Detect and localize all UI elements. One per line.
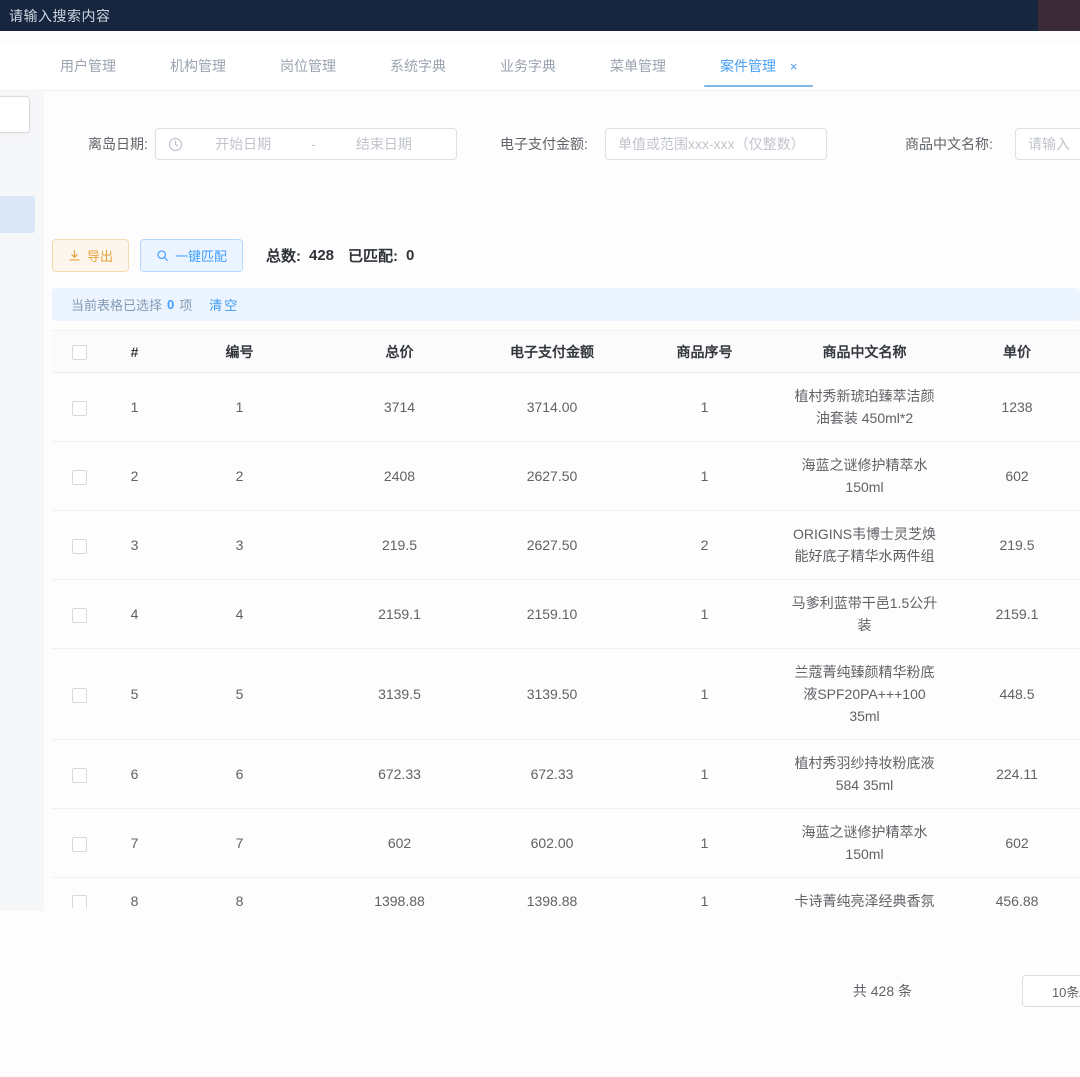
table-row[interactable]: 2 2 2408 2627.50 1 海蓝之谜修护精萃水 150ml 602 [52, 442, 1080, 511]
date-separator: - [303, 136, 324, 152]
tab-菜单管理[interactable]: 菜单管理 [608, 45, 668, 91]
row-checkbox[interactable] [72, 539, 87, 554]
export-button[interactable]: 导出 [52, 239, 129, 272]
top-navbar: 请输入搜索内容 [0, 0, 1080, 31]
col-index: # [107, 331, 162, 373]
select-all-checkbox[interactable] [72, 345, 87, 360]
selection-count: 0 [167, 297, 174, 312]
table-row[interactable]: 8 8 1398.88 1398.88 1 卡诗菁纯亮泽经典香氛 456.88 [52, 878, 1080, 909]
product-name-cell: 马爹利蓝带干邑1.5公升装 [790, 592, 940, 636]
table-row[interactable]: 3 3 219.5 2627.50 2 ORIGINS韦博士灵芝焕能好底子精华水… [52, 511, 1080, 580]
matched-value: 0 [406, 247, 414, 264]
product-name-cell: 兰蔻菁纯臻颜精华粉底液SPF20PA+++100 35ml [790, 661, 940, 727]
table-row[interactable]: 7 7 602 602.00 1 海蓝之谜修护精萃水 150ml 602 [52, 809, 1080, 878]
clock-icon [168, 137, 183, 152]
table-header-row: # 编号 总价 电子支付金额 商品序号 商品中文名称 单价 [52, 331, 1080, 373]
start-date-placeholder[interactable]: 开始日期 [183, 134, 303, 154]
date-range-input[interactable]: 开始日期 - 结束日期 [155, 128, 457, 160]
product-name-cell: 海蓝之谜修护精萃水 150ml [790, 821, 940, 865]
close-icon[interactable]: × [790, 59, 798, 74]
total-value: 428 [309, 247, 334, 264]
selection-prefix: 当前表格已选择 [71, 295, 162, 314]
tab-业务字典[interactable]: 业务字典 [498, 45, 558, 91]
tab-案件管理[interactable]: 案件管理 × [718, 45, 799, 91]
table-row[interactable]: 4 4 2159.1 2159.10 1 马爹利蓝带干邑1.5公升装 2159.… [52, 580, 1080, 649]
page-size-select[interactable]: 10条/页 [1022, 975, 1080, 1007]
tab-机构管理[interactable]: 机构管理 [168, 45, 228, 91]
product-name-input[interactable]: 请输入 [1015, 128, 1080, 160]
row-checkbox[interactable] [72, 895, 87, 908]
search-icon [156, 249, 169, 262]
row-checkbox[interactable] [72, 837, 87, 852]
matched-label: 已匹配: [348, 245, 398, 266]
product-name-filter-label: 商品中文名称: [905, 128, 993, 160]
col-name: 商品中文名称 [787, 331, 942, 373]
col-seq: 商品序号 [622, 331, 787, 373]
header-select-all [52, 331, 107, 373]
row-checkbox[interactable] [72, 401, 87, 416]
row-checkbox[interactable] [72, 688, 87, 703]
pagination-total: 共 428 条 [853, 975, 912, 1007]
product-name-cell: 植村秀新琥珀臻萃洁颜油套装 450ml*2 [790, 385, 940, 429]
date-filter-label: 离岛日期: [88, 128, 148, 160]
left-blue-fragment [0, 196, 35, 233]
filter-bar: 离岛日期: 开始日期 - 结束日期 电子支付金额: 单值或范围xxx-xxx（仅… [0, 128, 1080, 160]
table-stats: 总数: 428 已匹配: 0 [266, 239, 414, 272]
data-table: # 编号 总价 电子支付金额 商品序号 商品中文名称 单价 1 1 3714 3… [52, 330, 1080, 908]
page: 请输入搜索内容 用户管理 机构管理 岗位管理 系统字典 业务字典 菜单管理 案件… [0, 0, 1080, 1077]
table-row[interactable]: 5 5 3139.5 3139.50 1 兰蔻菁纯臻颜精华粉底液SPF20PA+… [52, 649, 1080, 740]
global-search-input[interactable]: 请输入搜索内容 [0, 6, 111, 26]
product-name-cell: 海蓝之谜修护精萃水 150ml [790, 454, 940, 498]
col-epay: 电子支付金额 [482, 331, 622, 373]
navbar-right-block[interactable] [1038, 0, 1080, 31]
one-click-match-button[interactable]: 一键匹配 [140, 239, 243, 272]
col-total: 总价 [317, 331, 482, 373]
clear-selection-link[interactable]: 清空 [209, 295, 239, 314]
row-checkbox[interactable] [72, 470, 87, 485]
pagination: 共 428 条 10条/页 [0, 975, 1080, 1007]
tab-岗位管理[interactable]: 岗位管理 [278, 45, 338, 91]
row-checkbox[interactable] [72, 768, 87, 783]
col-code: 编号 [162, 331, 317, 373]
table-row[interactable]: 1 1 3714 3714.00 1 植村秀新琥珀臻萃洁颜油套装 450ml*2… [52, 373, 1080, 442]
tab-bar: 用户管理 机构管理 岗位管理 系统字典 业务字典 菜单管理 案件管理 × [0, 45, 1080, 91]
product-name-cell: 植村秀羽纱持妆粉底液 584 35ml [790, 752, 940, 796]
selection-info-bar: 当前表格已选择 0 项 清空 [52, 288, 1080, 321]
download-icon [68, 249, 81, 262]
tab-用户管理[interactable]: 用户管理 [58, 45, 118, 91]
row-checkbox[interactable] [72, 608, 87, 623]
col-unit: 单价 [942, 331, 1080, 373]
amount-filter-label: 电子支付金额: [500, 128, 588, 160]
total-label: 总数: [266, 245, 301, 266]
selection-suffix: 项 [179, 295, 192, 314]
product-name-cell: ORIGINS韦博士灵芝焕能好底子精华水两件组 [790, 523, 940, 567]
epay-amount-input[interactable]: 单值或范围xxx-xxx（仅整数） [605, 128, 827, 160]
end-date-placeholder[interactable]: 结束日期 [324, 134, 444, 154]
product-name-cell: 卡诗菁纯亮泽经典香氛 [795, 890, 935, 908]
table-row[interactable]: 6 6 672.33 672.33 1 植村秀羽纱持妆粉底液 584 35ml … [52, 740, 1080, 809]
tab-系统字典[interactable]: 系统字典 [388, 45, 448, 91]
